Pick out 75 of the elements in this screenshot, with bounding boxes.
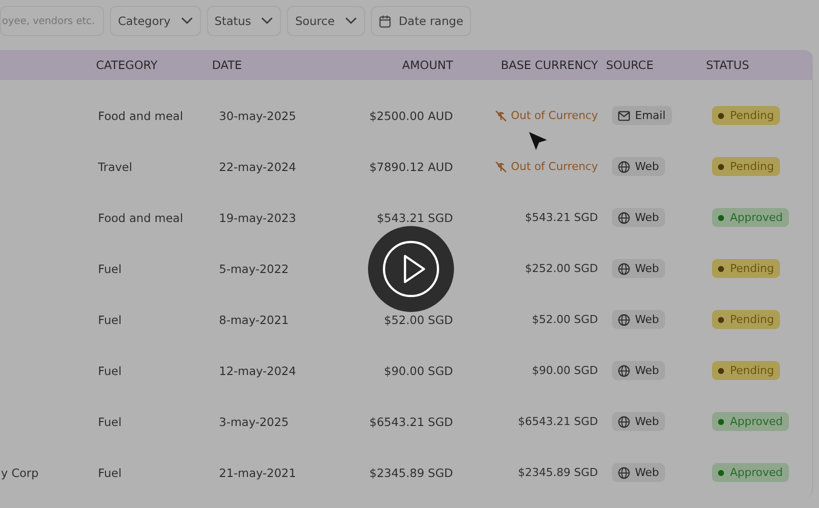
column-header: STATUS [705,58,750,72]
globe-icon [618,314,630,326]
table-cell: $52.00 SGD [384,312,453,326]
warning-text: Out of Currency [510,160,598,173]
table-cell: 22-may-2024 [219,160,296,174]
source-tag: Web [612,208,665,227]
no-currency-icon [494,160,507,172]
status-badge: Pending [712,157,780,176]
source-tag: Email [612,106,672,125]
filter-dropdown[interactable]: Category [110,6,201,36]
status-badge: Approved [712,208,789,227]
column-header: AMOUNT [401,58,453,72]
chevron-icon [344,17,357,25]
globe-icon [618,262,630,274]
table-cell: 30-may-2025 [219,108,296,122]
chevron-icon [261,17,274,25]
no-currency-icon [494,110,507,122]
table-cell: 8-may-2021 [219,312,289,326]
source-tag: Web [612,412,665,431]
table-cell: Fuel [98,262,122,276]
table-cell: $52.00 SGD [532,313,598,326]
table-cell: 21-may-2021 [219,466,296,480]
table-cell: $6543.21 SGD [518,415,598,428]
column-header: SOURCE [605,58,654,72]
envelope-icon [618,110,630,120]
table-cell: 19-may-2023 [219,210,296,224]
table-cell: 5-may-2022 [219,262,289,276]
source-tag: Web [612,157,665,176]
warning-text: Out of Currency [510,109,598,122]
status-badge: Pending [712,310,780,329]
source-tag: Web [612,361,665,380]
globe-icon [618,364,630,376]
status-badge: Pending [712,259,780,278]
table-cell: $6543.21 SGD [369,414,453,428]
status-badge: Pending [712,361,780,380]
table-cell: 12-may-2024 [219,364,296,378]
globe-icon [618,160,630,172]
status-badge: Approved [712,412,789,431]
table-cell: Fuel [98,414,122,428]
table-cell: Travel [98,160,132,174]
table-cell: $2500.00 AUD [369,108,453,122]
table-cell: Fuel [98,364,122,378]
table-cell: $543.21 SGD [525,211,598,224]
play-icon [381,239,441,299]
status-badge: Approved [712,463,789,482]
source-tag: Web [612,259,665,278]
globe-icon [618,212,630,224]
filter-dropdown[interactable]: Source [287,6,365,36]
date-range-button[interactable]: Date range [370,6,472,36]
cursor-icon [527,130,549,152]
filter-dropdown[interactable]: Status [206,6,282,36]
column-header: CATEGORY [95,58,159,72]
calendar-icon [378,14,391,28]
table-cell: Food and meal [98,210,184,224]
column-header: DATE [211,58,243,72]
column-header: BASE CURRENCY [500,58,598,72]
table-cell: $543.21 SGD [376,210,453,224]
chevron-icon [180,17,193,25]
table-cell: Fuel [98,466,122,480]
globe-icon [618,416,630,428]
source-tag: Web [612,310,665,329]
table-cell: $252.00 SGD [525,262,598,275]
table-cell: $90.00 SGD [532,364,598,377]
table-cell: $7890.12 AUD [369,160,453,174]
table-cell: $2345.89 SGD [518,466,598,479]
table-cell: $90.00 SGD [384,364,453,378]
search-field[interactable]: oyee, vendors etc. [0,6,104,36]
table-cell: y Corp [1,466,39,480]
table-cell: $2345.89 SGD [369,466,453,480]
status-badge: Pending [712,106,780,125]
table-cell: Fuel [98,312,122,326]
globe-icon [618,466,630,478]
source-tag: Web [612,463,665,482]
table-cell: 3-may-2025 [219,414,289,428]
table-cell: Food and meal [98,108,184,122]
